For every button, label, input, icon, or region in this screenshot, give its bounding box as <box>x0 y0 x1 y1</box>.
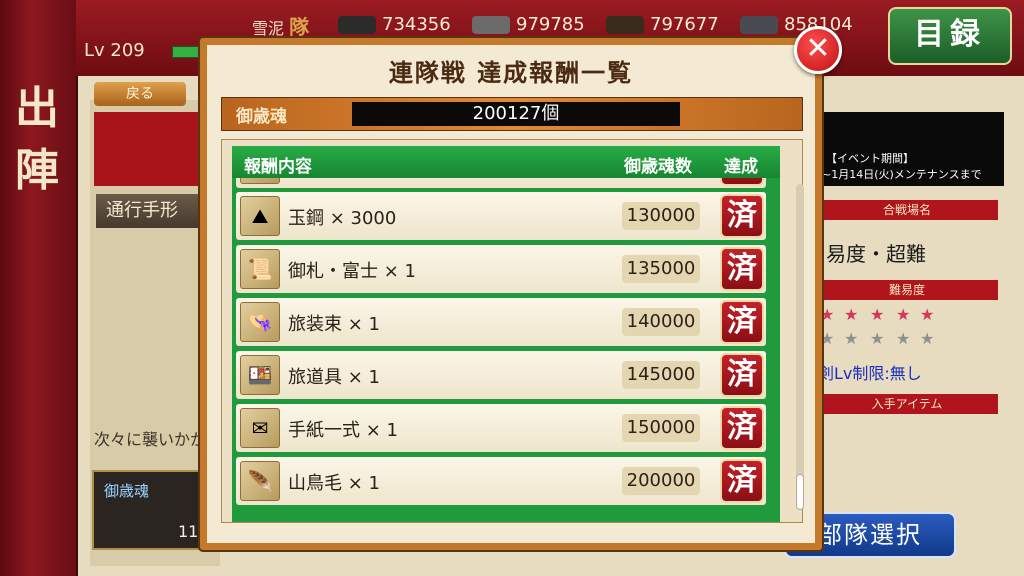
close-icon[interactable]: ✕ <box>794 26 842 74</box>
event-period-label: 【イベント期間】 <box>826 152 914 165</box>
spirit-total-value: 200127個 <box>352 102 680 126</box>
modal-title: 連隊戦 達成報酬一覧 <box>388 58 634 87</box>
sortie-side-rail[interactable]: 出 陣 <box>0 0 76 576</box>
sword-level-limit: 剣Lv制限:無し <box>818 364 922 383</box>
spirit-count-value: 11 <box>178 522 199 541</box>
sortie-char-2: 陣 <box>15 145 59 196</box>
player-name: 雪泥 隊 <box>252 11 309 40</box>
spirit-total-label: 御歳魂 <box>236 107 287 127</box>
player-level: Lv 209 <box>84 40 145 61</box>
sortie-char-1: 出 <box>15 83 59 134</box>
spirit-total-bar: 御歳魂 200127個 <box>221 97 803 131</box>
reward-name: 手紙一式 × 1 <box>288 420 398 441</box>
header-count: 御歳魂数 <box>624 157 692 177</box>
battlefield-header: 合戦場名 <box>816 200 998 220</box>
travel-tools-icon: 🍱 <box>240 355 280 395</box>
resource-value: 979785 <box>516 14 585 35</box>
reward-name: 山鳥毛 × 1 <box>288 473 380 494</box>
player-name-mark: 隊 <box>289 15 310 39</box>
resource-tamahagane: 979785 <box>472 12 585 38</box>
table-row: ⛰ 玉鋼 × 3000 130000 済 <box>236 192 766 240</box>
table-row: 📜 御札・富士 × 1 135000 済 <box>236 245 766 293</box>
reward-list-modal: 連隊戦 達成報酬一覧 御歳魂 200127個 報酬内容 御歳魂数 達成 済 ⛰ … <box>200 38 822 550</box>
tamahagane-icon: ⛰ <box>240 196 280 236</box>
spirit-count-label: 御歳魂 <box>104 482 150 500</box>
resource-cooling-material: 797677 <box>606 12 719 38</box>
resource-charcoal: 734356 <box>338 12 451 38</box>
reward-name: 御札・富士 × 1 <box>288 261 416 282</box>
reward-rows[interactable]: 済 ⛰ 玉鋼 × 3000 130000 済 📜 御札・富士 × 1 13500… <box>236 178 766 522</box>
charcoal-icon <box>338 16 376 34</box>
resource-value: 797677 <box>650 14 719 35</box>
reward-required-count: 130000 <box>622 202 700 230</box>
back-button[interactable]: 戻る <box>94 82 186 106</box>
reward-required-count: 140000 <box>622 308 700 336</box>
catalog-button[interactable]: 目録 <box>888 7 1012 65</box>
reward-name: 旅装束 × 1 <box>288 314 380 335</box>
event-banner <box>94 112 210 186</box>
difficulty-star-icon: ★ <box>870 305 885 324</box>
difficulty-star-icon: ★ <box>844 305 859 324</box>
tamahagane-icon <box>472 16 510 34</box>
cooling-material-icon <box>606 16 644 34</box>
achieved-badge: 済 <box>720 459 764 503</box>
whetstone-icon <box>740 16 778 34</box>
reward-list-scrollbar[interactable] <box>796 184 804 510</box>
achieved-badge: 済 <box>720 194 764 238</box>
difficulty-text: 易度・超難 <box>826 242 926 266</box>
header-content: 報酬内容 <box>244 157 312 177</box>
difficulty-star-icon: ★ <box>820 305 835 324</box>
item-header: 入手アイテム <box>816 394 998 414</box>
reward-name: 玉鋼 × 3000 <box>288 208 397 229</box>
difficulty-star-empty-icon: ★ <box>844 329 859 348</box>
reward-required-count: 135000 <box>622 255 700 283</box>
difficulty-star-empty-icon: ★ <box>820 329 835 348</box>
difficulty-star-icon: ★ <box>896 305 911 324</box>
stage-description: 次々に襲いかか <box>94 430 207 449</box>
reward-item-icon <box>240 178 280 184</box>
header-achieved: 達成 <box>724 157 758 177</box>
talisman-icon: 📜 <box>240 249 280 289</box>
table-row: 👒 旅装束 × 1 140000 済 <box>236 298 766 346</box>
table-row: 済 <box>236 178 766 188</box>
reward-required-count: 145000 <box>622 361 700 389</box>
achieved-badge: 済 <box>720 178 764 186</box>
reward-list-frame: 報酬内容 御歳魂数 達成 済 ⛰ 玉鋼 × 3000 130000 済 📜 <box>221 139 804 523</box>
table-row: 🪶 山鳥毛 × 1 200000 済 <box>236 457 766 505</box>
reward-required-count: 150000 <box>622 414 700 442</box>
reward-table: 報酬内容 御歳魂数 達成 済 ⛰ 玉鋼 × 3000 130000 済 📜 <box>232 146 780 522</box>
difficulty-star-empty-icon: ★ <box>920 329 935 348</box>
achieved-badge: 済 <box>720 247 764 291</box>
reward-table-header: 報酬内容 御歳魂数 達成 <box>232 146 780 178</box>
achieved-badge: 済 <box>720 300 764 344</box>
player-name-text: 雪泥 <box>252 19 285 38</box>
scrollbar-thumb[interactable] <box>796 474 804 510</box>
pheasant-feather-icon: 🪶 <box>240 461 280 501</box>
table-row: ✉ 手紙一式 × 1 150000 済 <box>236 404 766 452</box>
difficulty-star-empty-icon: ★ <box>896 329 911 348</box>
reward-required-count: 200000 <box>622 467 700 495</box>
difficulty-header: 難易度 <box>816 280 998 300</box>
event-period-value: ~1月14日(火)メンテナンスまで <box>822 168 982 181</box>
pass-label: 通行手形 <box>96 194 206 228</box>
achieved-badge: 済 <box>720 353 764 397</box>
achieved-badge: 済 <box>720 406 764 450</box>
resource-value: 734356 <box>382 14 451 35</box>
table-row: 🍱 旅道具 × 1 145000 済 <box>236 351 766 399</box>
reward-name: 旅道具 × 1 <box>288 367 380 388</box>
letter-set-icon: ✉ <box>240 408 280 448</box>
difficulty-star-icon: ★ <box>920 305 935 324</box>
travel-clothes-icon: 👒 <box>240 302 280 342</box>
difficulty-star-empty-icon: ★ <box>870 329 885 348</box>
